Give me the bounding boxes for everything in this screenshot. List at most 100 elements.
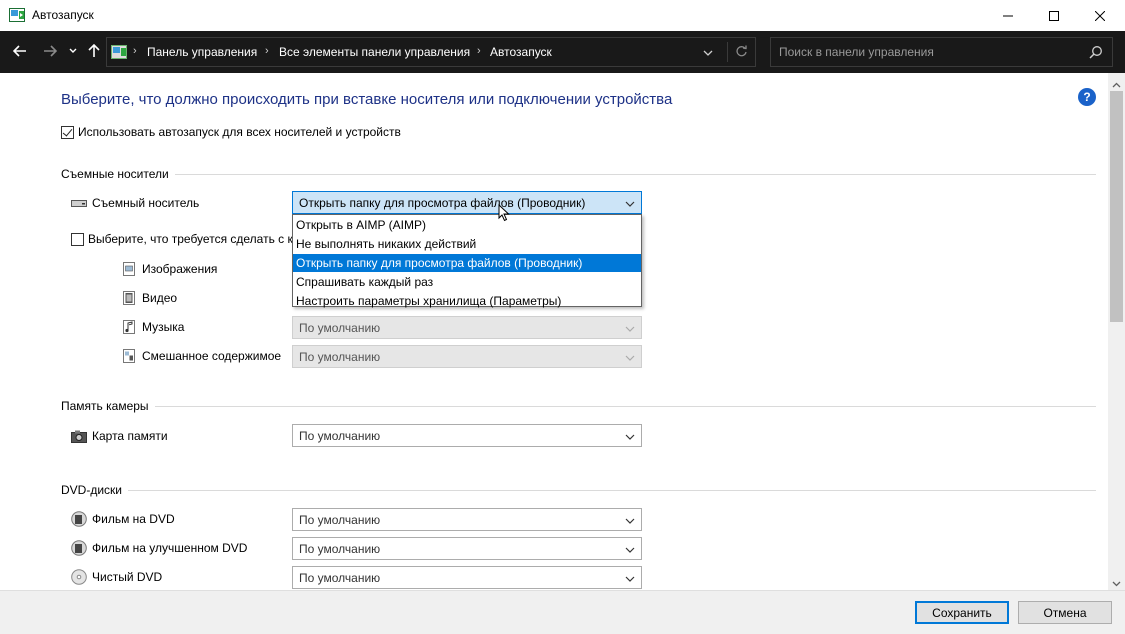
option-open-folder[interactable]: Открыть папку для просмотра файлов (Пров… bbox=[293, 254, 641, 272]
search-icon[interactable] bbox=[1089, 45, 1103, 62]
dvd-movie-row: Фильм на DVD bbox=[71, 511, 175, 527]
images-label: Изображения bbox=[142, 262, 218, 276]
scrollbar-thumb[interactable] bbox=[1110, 91, 1123, 322]
up-button[interactable] bbox=[86, 40, 102, 62]
choose-per-type-checkbox[interactable] bbox=[71, 232, 84, 246]
vertical-scrollbar[interactable] bbox=[1108, 73, 1125, 590]
autoplay-settings-panel: Выберите, что должно происходить при вст… bbox=[0, 73, 1108, 590]
divider bbox=[727, 42, 728, 62]
selected-value: По умолчанию bbox=[299, 542, 381, 556]
up-arrow-icon bbox=[88, 44, 100, 57]
breadcrumb-autoplay[interactable]: Автозапуск bbox=[490, 45, 552, 59]
autoplay-all-checkbox[interactable] bbox=[61, 125, 74, 139]
selected-value: По умолчанию bbox=[299, 513, 381, 527]
section-camera-storage: Память камеры bbox=[61, 399, 1096, 413]
address-history-button[interactable] bbox=[703, 46, 713, 60]
dvd-movie-icon bbox=[71, 511, 87, 527]
chevron-down-icon bbox=[69, 48, 77, 53]
memory-card-row: Карта памяти bbox=[71, 428, 168, 444]
scroll-up-icon[interactable] bbox=[1112, 77, 1121, 91]
enhanced-dvd-row: Фильм на улучшенном DVD bbox=[71, 540, 247, 556]
section-divider bbox=[61, 174, 1096, 175]
choose-per-type-checkbox-row[interactable]: Выберите, что требуется сделать с ка bbox=[71, 232, 300, 246]
enhanced-dvd-icon bbox=[71, 540, 87, 556]
dvd-movie-label: Фильм на DVD bbox=[92, 512, 175, 526]
chevron-right-icon: › bbox=[133, 45, 137, 57]
selected-value: По умолчанию bbox=[299, 429, 381, 443]
control-panel-icon bbox=[111, 45, 127, 59]
mixed-content-icon bbox=[121, 348, 137, 364]
navigation-bar: › Панель управления › Все элементы панел… bbox=[0, 31, 1125, 73]
mixed-content-row: Смешанное содержимое bbox=[121, 348, 281, 364]
chevron-down-icon bbox=[625, 197, 635, 211]
refresh-button[interactable] bbox=[735, 45, 748, 61]
chevron-down-icon bbox=[625, 514, 635, 528]
dvd-movie-select[interactable]: По умолчанию bbox=[292, 508, 642, 531]
removable-drive-row: Съемный носитель bbox=[71, 195, 199, 211]
refresh-icon bbox=[736, 45, 747, 57]
option-storage-settings[interactable]: Настроить параметры хранилища (Параметры… bbox=[293, 292, 641, 310]
option-ask-every-time[interactable]: Спрашивать каждый раз bbox=[293, 273, 641, 291]
removable-drive-select[interactable]: Открыть папку для просмотра файлов (Пров… bbox=[292, 191, 642, 214]
address-bar[interactable]: › Панель управления › Все элементы панел… bbox=[106, 37, 756, 67]
back-arrow-icon bbox=[13, 45, 26, 57]
chevron-down-icon bbox=[625, 543, 635, 557]
mixed-content-label: Смешанное содержимое bbox=[142, 349, 282, 363]
minimize-button[interactable] bbox=[985, 0, 1031, 31]
music-row: Музыка bbox=[121, 319, 184, 335]
memory-card-select[interactable]: По умолчанию bbox=[292, 424, 642, 447]
forward-arrow-icon bbox=[44, 45, 57, 57]
chevron-down-icon bbox=[625, 351, 635, 365]
enhanced-dvd-select[interactable]: По умолчанию bbox=[292, 537, 642, 560]
chevron-down-icon bbox=[703, 50, 713, 56]
chevron-down-icon bbox=[625, 322, 635, 336]
scroll-down-icon[interactable] bbox=[1112, 576, 1121, 590]
section-removable-media: Съемные носители bbox=[61, 167, 1096, 181]
option-open-aimp[interactable]: Открыть в AIMP (AIMP) bbox=[293, 216, 641, 234]
mixed-content-select[interactable]: По умолчанию bbox=[292, 345, 642, 368]
save-button[interactable]: Сохранить bbox=[915, 601, 1009, 624]
breadcrumb-all-items[interactable]: Все элементы панели управления bbox=[279, 45, 470, 59]
mouse-pointer-icon bbox=[498, 203, 510, 225]
section-divider bbox=[61, 406, 1096, 407]
chevron-right-icon: › bbox=[477, 45, 481, 57]
removable-drive-label: Съемный носитель bbox=[92, 196, 200, 210]
choose-per-type-label: Выберите, что требуется сделать с ка bbox=[88, 232, 300, 246]
window-title: Автозапуск bbox=[32, 8, 94, 22]
chevron-down-icon bbox=[625, 572, 635, 586]
search-box[interactable] bbox=[770, 37, 1113, 67]
control-panel-icon bbox=[9, 8, 25, 22]
selected-value: Открыть папку для просмотра файлов (Пров… bbox=[299, 196, 586, 210]
enhanced-dvd-label: Фильм на улучшенном DVD bbox=[92, 541, 248, 555]
dialog-footer: Сохранить Отмена bbox=[0, 590, 1125, 634]
autoplay-all-label: Использовать автозапуск для всех носител… bbox=[78, 125, 401, 139]
section-title: DVD-диски bbox=[61, 483, 128, 497]
back-button[interactable] bbox=[10, 40, 30, 62]
selected-value: По умолчанию bbox=[299, 571, 381, 585]
chevron-right-icon: › bbox=[265, 45, 269, 57]
blank-dvd-icon bbox=[71, 569, 87, 585]
camera-icon bbox=[71, 428, 87, 444]
section-title: Съемные носители bbox=[61, 167, 175, 181]
help-button[interactable]: ? bbox=[1078, 88, 1096, 106]
music-select[interactable]: По умолчанию bbox=[292, 316, 642, 339]
selected-value: По умолчанию bbox=[299, 350, 381, 364]
cancel-button[interactable]: Отмена bbox=[1018, 601, 1112, 624]
forward-button[interactable] bbox=[40, 40, 60, 62]
breadcrumb-control-panel[interactable]: Панель управления bbox=[147, 45, 257, 59]
maximize-button[interactable] bbox=[1031, 0, 1077, 31]
search-input[interactable] bbox=[779, 45, 1079, 59]
blank-dvd-select[interactable]: По умолчанию bbox=[292, 566, 642, 589]
section-title: Память камеры bbox=[61, 399, 155, 413]
autoplay-all-checkbox-row[interactable]: Использовать автозапуск для всех носител… bbox=[61, 125, 401, 139]
selected-value: По умолчанию bbox=[299, 321, 381, 335]
chevron-down-icon bbox=[625, 430, 635, 444]
recent-locations-button[interactable] bbox=[66, 40, 80, 62]
option-take-no-action[interactable]: Не выполнять никаких действий bbox=[293, 235, 641, 253]
blank-dvd-label: Чистый DVD bbox=[92, 570, 163, 584]
memory-card-label: Карта памяти bbox=[92, 429, 168, 443]
title-bar: Автозапуск bbox=[0, 0, 1125, 31]
video-row: Видео bbox=[121, 290, 177, 306]
removable-drive-options-list[interactable]: Открыть в AIMP (AIMP) Не выполнять никак… bbox=[292, 214, 642, 310]
close-button[interactable] bbox=[1077, 0, 1123, 31]
